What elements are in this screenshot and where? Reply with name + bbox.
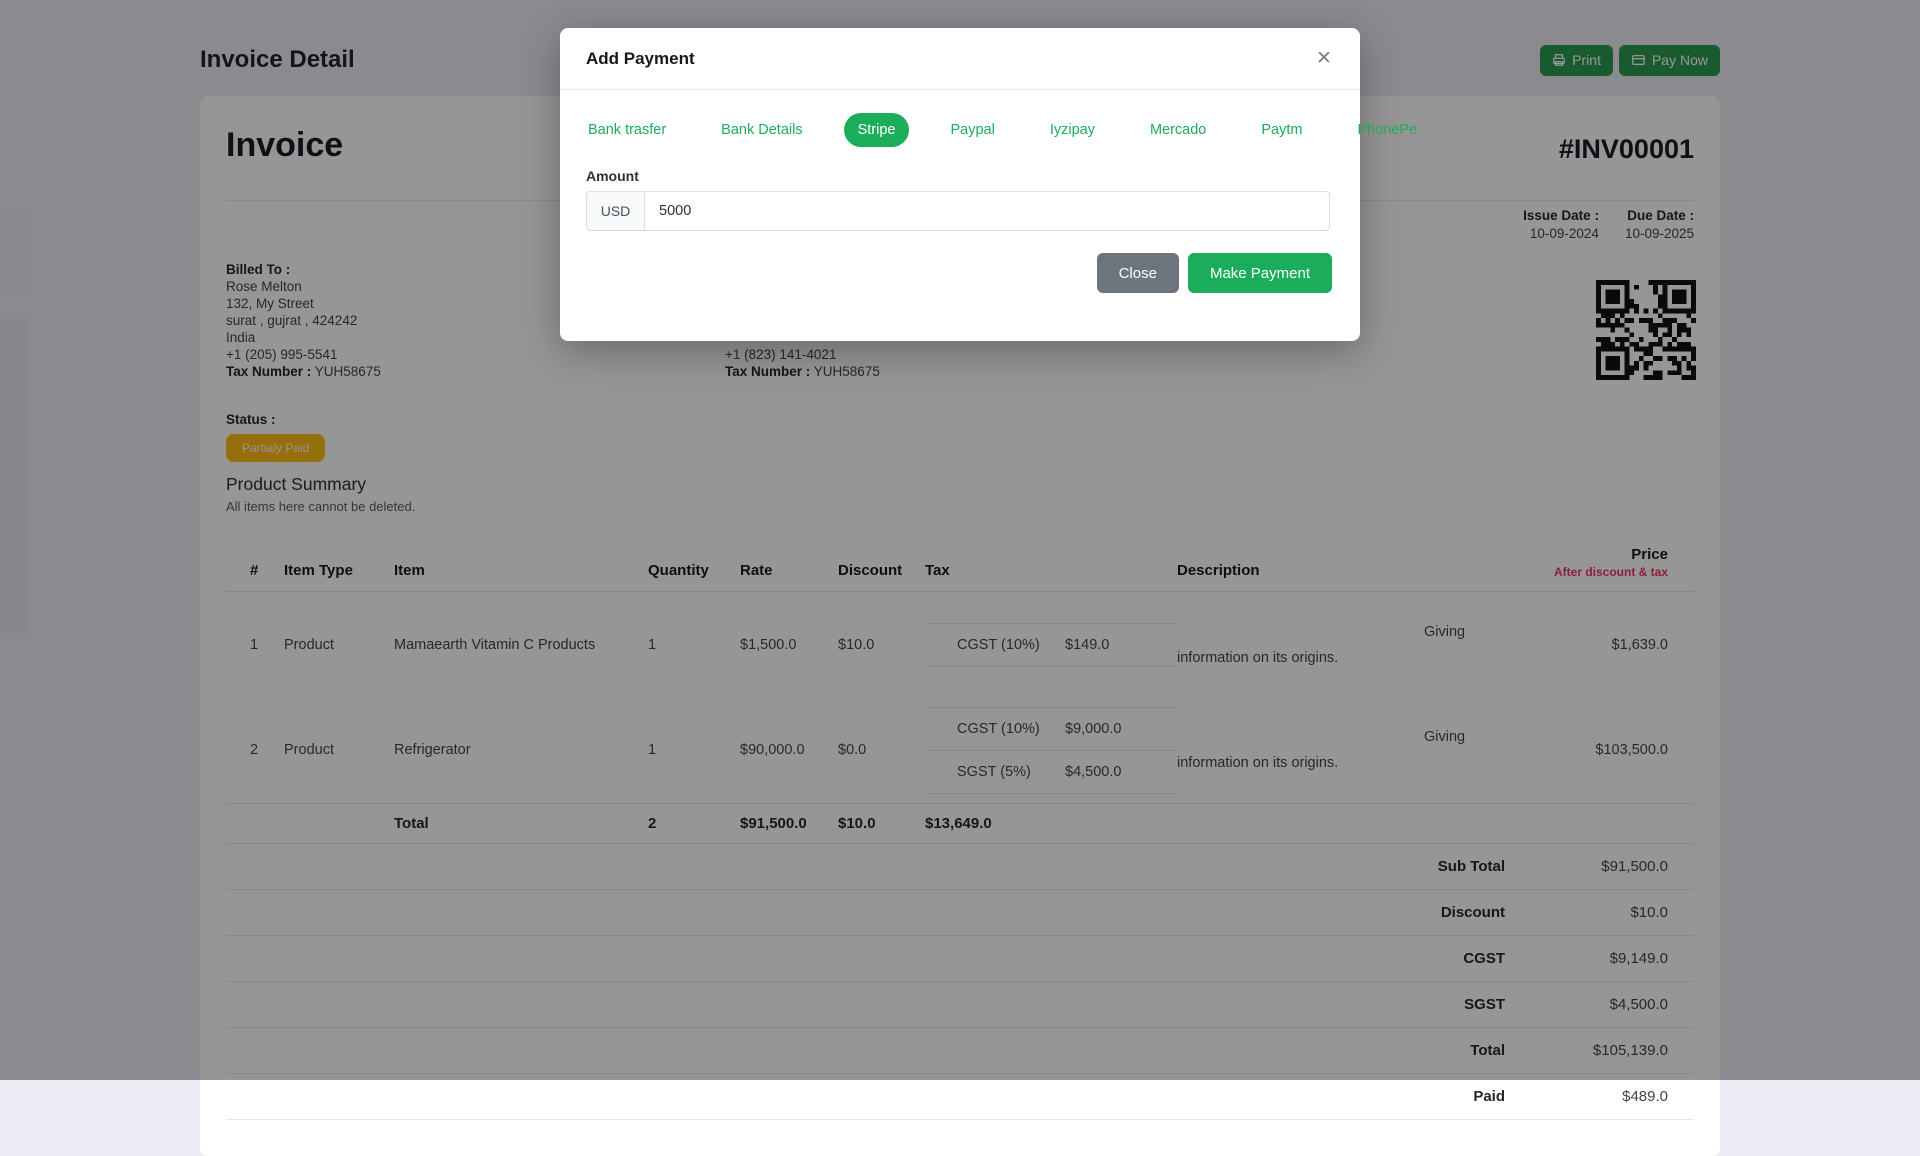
modal-header: Add Payment ✕ — [560, 28, 1360, 90]
tab-iyzipay[interactable]: Iyzipay — [1036, 113, 1109, 147]
close-button[interactable]: Close — [1097, 253, 1179, 293]
amount-input[interactable] — [644, 191, 1330, 231]
tab-bank-details[interactable]: Bank Details — [707, 113, 816, 147]
modal-title: Add Payment — [586, 49, 695, 69]
amount-input-group: USD — [586, 191, 1330, 231]
close-icon[interactable]: ✕ — [1310, 44, 1338, 72]
modal-body: Bank trasfer Bank Details Stripe Paypal … — [560, 90, 1360, 293]
summary-row: Paid $489.0 — [226, 1074, 1694, 1120]
tab-stripe[interactable]: Stripe — [844, 113, 910, 147]
summary-label: Paid — [226, 1088, 1505, 1105]
tab-mercado[interactable]: Mercado — [1136, 113, 1220, 147]
amount-label: Amount — [586, 168, 1334, 184]
payment-method-tabs: Bank trasfer Bank Details Stripe Paypal … — [574, 113, 1334, 147]
tab-paytm[interactable]: Paytm — [1247, 113, 1316, 147]
tab-bank-transfer[interactable]: Bank trasfer — [574, 113, 680, 147]
add-payment-modal: Add Payment ✕ Bank trasfer Bank Details … — [560, 28, 1360, 341]
modal-actions: Close Make Payment — [586, 253, 1334, 293]
tab-phonepe[interactable]: PhonePe — [1343, 113, 1431, 147]
currency-prefix: USD — [586, 191, 644, 231]
make-payment-button[interactable]: Make Payment — [1188, 253, 1332, 293]
tab-paypal[interactable]: Paypal — [936, 113, 1008, 147]
summary-value: $489.0 — [1505, 1088, 1694, 1105]
